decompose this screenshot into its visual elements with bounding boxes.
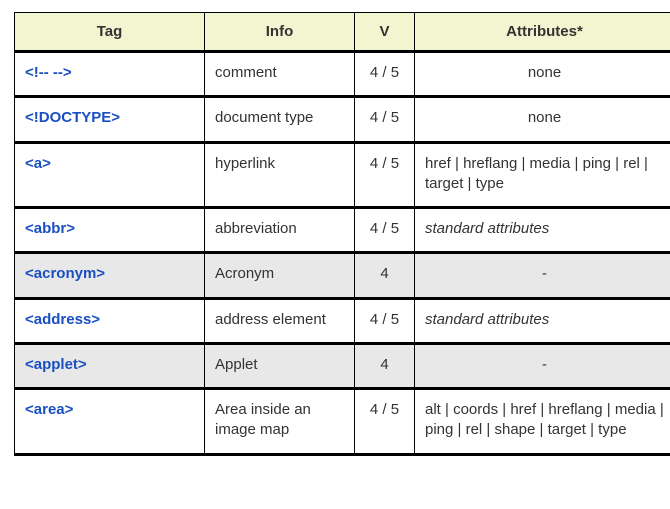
cell-attr: - [415,253,670,298]
cell-v: 4 [355,343,415,388]
cell-attr: none [415,97,670,142]
cell-info: document type [205,97,355,142]
cell-tag: <acronym> [15,253,205,298]
html-tags-table: Tag Info V Attributes* <!-- --> comment … [14,12,670,456]
cell-attr: - [415,343,670,388]
cell-tag: <applet> [15,343,205,388]
cell-info: address element [205,298,355,343]
cell-info: comment [205,52,355,97]
col-header-attributes: Attributes* [415,13,670,52]
cell-info: Applet [205,343,355,388]
cell-info: hyperlink [205,142,355,208]
cell-tag: <!-- --> [15,52,205,97]
table-row: <abbr> abbreviation 4 / 5 standard attri… [15,208,670,253]
col-header-v: V [355,13,415,52]
cell-attr: alt | coords | href | hreflang | media |… [415,389,670,455]
cell-info: abbreviation [205,208,355,253]
cell-v: 4 / 5 [355,208,415,253]
table-row: <applet> Applet 4 - [15,343,670,388]
table-row: <address> address element 4 / 5 standard… [15,298,670,343]
cell-tag: <a> [15,142,205,208]
table-row: <!-- --> comment 4 / 5 none [15,52,670,97]
cell-v: 4 / 5 [355,298,415,343]
cell-tag: <abbr> [15,208,205,253]
cell-info: Acronym [205,253,355,298]
cell-attr: standard attributes [415,208,670,253]
cell-v: 4 / 5 [355,52,415,97]
col-header-tag: Tag [15,13,205,52]
cell-attr: none [415,52,670,97]
table-row: <!DOCTYPE> document type 4 / 5 none [15,97,670,142]
cell-v: 4 / 5 [355,142,415,208]
table-row: <area> Area inside an image map 4 / 5 al… [15,389,670,455]
cell-v: 4 / 5 [355,97,415,142]
cell-info: Area inside an image map [205,389,355,455]
cell-attr: href | hreflang | media | ping | rel | t… [415,142,670,208]
cell-tag: <!DOCTYPE> [15,97,205,142]
table-header-row: Tag Info V Attributes* [15,13,670,52]
table-row: <acronym> Acronym 4 - [15,253,670,298]
cell-tag: <area> [15,389,205,455]
table-body: <!-- --> comment 4 / 5 none <!DOCTYPE> d… [15,52,670,455]
cell-v: 4 / 5 [355,389,415,455]
cell-v: 4 [355,253,415,298]
col-header-info: Info [205,13,355,52]
table-row: <a> hyperlink 4 / 5 href | hreflang | me… [15,142,670,208]
cell-attr: standard attributes [415,298,670,343]
cell-tag: <address> [15,298,205,343]
